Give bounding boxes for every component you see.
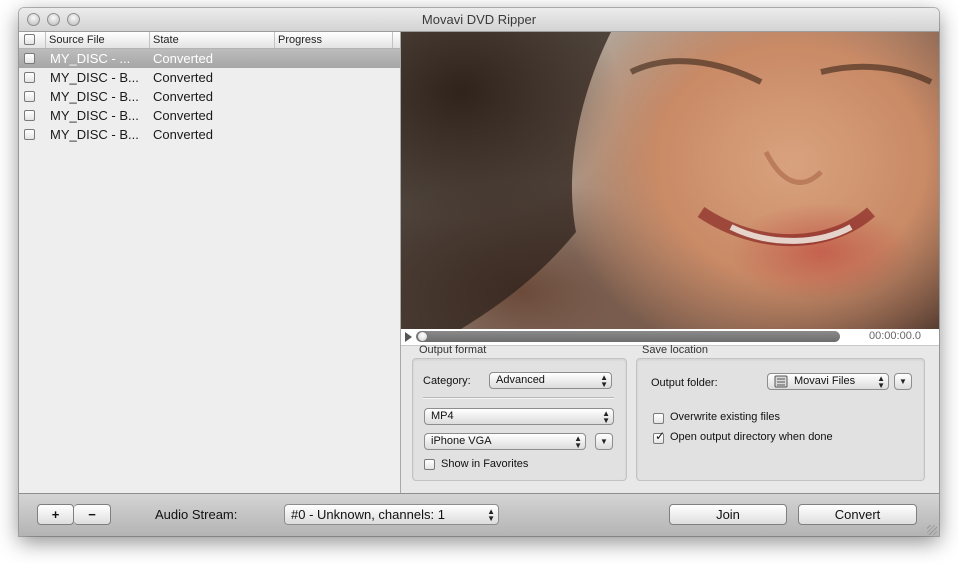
chevron-down-icon: ▼ [899,377,907,386]
row-state: Converted [153,51,213,66]
bottom-toolbar: + − Audio Stream: #0 - Unknown, channels… [19,493,939,536]
title-bar: Movavi DVD Ripper [19,8,939,32]
seek-knob[interactable] [417,331,428,342]
file-row[interactable]: MY_DISC - B... Converted [19,125,400,144]
remove-file-button[interactable]: − [74,504,111,525]
output-folder-value: Movavi Files [794,375,856,387]
timecode: 00:00:00.0 [869,330,921,342]
column-header-spacer [392,32,400,48]
column-header-source[interactable]: Source File [45,32,149,48]
preview-frame-image [401,32,933,329]
file-list-header: Source File State Progress [19,32,400,49]
updown-arrows-icon: ▲ ▼ [602,409,610,425]
convert-button[interactable]: Convert [798,504,917,525]
select-all-checkbox[interactable] [24,34,35,45]
open-output-directory-label: Open output directory when done [670,431,833,443]
preset-select[interactable]: iPhone VGA ▲ ▼ [424,433,586,450]
window-title: Movavi DVD Ripper [421,12,537,27]
output-format-group: Category: Advanced ▲ ▼ MP4 ▲ ▼ iPhone VGA … [412,358,627,481]
row-state: Converted [153,70,213,85]
row-source-file: MY_DISC - B... [50,108,139,123]
updown-arrows-icon: ▲ ▼ [600,373,608,389]
zoom-window-button[interactable] [67,13,80,26]
preset-options-button[interactable]: ▼ [595,433,613,450]
separator [423,397,614,399]
resize-grip[interactable] [927,525,937,535]
output-folder-options-button[interactable]: ▼ [894,373,912,390]
save-location-group: Output folder: Movavi Files ▲ ▼ ▼ Overwri… [636,358,925,481]
row-state: Converted [153,127,213,142]
checkmark-icon: ✓ [655,429,666,443]
row-state: Converted [153,89,213,104]
output-folder-label: Output folder: [651,377,718,389]
row-checkbox[interactable] [24,110,35,121]
row-source-file: MY_DISC - B... [50,89,139,104]
audio-stream-value: #0 - Unknown, channels: 1 [291,507,445,522]
file-row[interactable]: MY_DISC - B... Converted [19,68,400,87]
row-state: Converted [153,108,213,123]
join-button[interactable]: Join [669,504,787,525]
show-in-favorites-label: Show in Favorites [441,458,529,470]
output-format-title: Output format [419,344,487,356]
close-window-button[interactable] [27,13,40,26]
category-label: Category: [423,375,471,387]
preset-value: iPhone VGA [431,435,492,447]
file-list[interactable]: Source File State Progress MY_DISC - ...… [19,32,401,493]
file-row[interactable]: MY_DISC - B... Converted [19,106,400,125]
seek-track[interactable] [416,331,840,342]
minimize-window-button[interactable] [47,13,60,26]
row-source-file: MY_DISC - B... [50,70,139,85]
updown-arrows-icon: ▲ ▼ [574,434,582,450]
row-checkbox[interactable] [24,53,35,64]
updown-arrows-icon: ▲ ▼ [487,507,495,523]
overwrite-existing-label: Overwrite existing files [670,411,781,423]
format-select[interactable]: MP4 ▲ ▼ [424,408,614,425]
output-folder-select[interactable]: Movavi Files ▲ ▼ [767,373,889,390]
file-row[interactable]: MY_DISC - B... Converted [19,87,400,106]
audio-stream-label: Audio Stream: [155,507,238,522]
open-output-directory-checkbox[interactable]: ✓ [653,429,666,444]
row-source-file: MY_DISC - ... [50,51,131,66]
category-value: Advanced [496,374,545,386]
save-location-title: Save location [642,344,709,356]
column-header-select-all[interactable] [19,32,45,48]
video-preview [401,32,939,329]
play-icon[interactable] [405,332,412,342]
row-checkbox[interactable] [24,91,35,102]
row-checkbox[interactable] [24,129,35,140]
row-checkbox[interactable] [24,72,35,83]
folder-icon [774,375,788,388]
file-row[interactable]: MY_DISC - ... Converted [19,49,400,68]
app-window: Movavi DVD Ripper Source File State Prog… [19,8,939,536]
overwrite-existing-checkbox[interactable] [653,413,664,424]
updown-arrows-icon: ▲ ▼ [877,374,885,390]
add-file-button[interactable]: + [37,504,74,525]
format-value: MP4 [431,410,454,422]
category-select[interactable]: Advanced ▲ ▼ [489,372,612,389]
audio-stream-select[interactable]: #0 - Unknown, channels: 1 ▲ ▼ [284,504,499,525]
chevron-down-icon: ▼ [600,437,608,446]
show-in-favorites-checkbox[interactable] [424,459,435,470]
column-header-progress[interactable]: Progress [274,32,392,48]
row-source-file: MY_DISC - B... [50,127,139,142]
column-header-state[interactable]: State [149,32,274,48]
